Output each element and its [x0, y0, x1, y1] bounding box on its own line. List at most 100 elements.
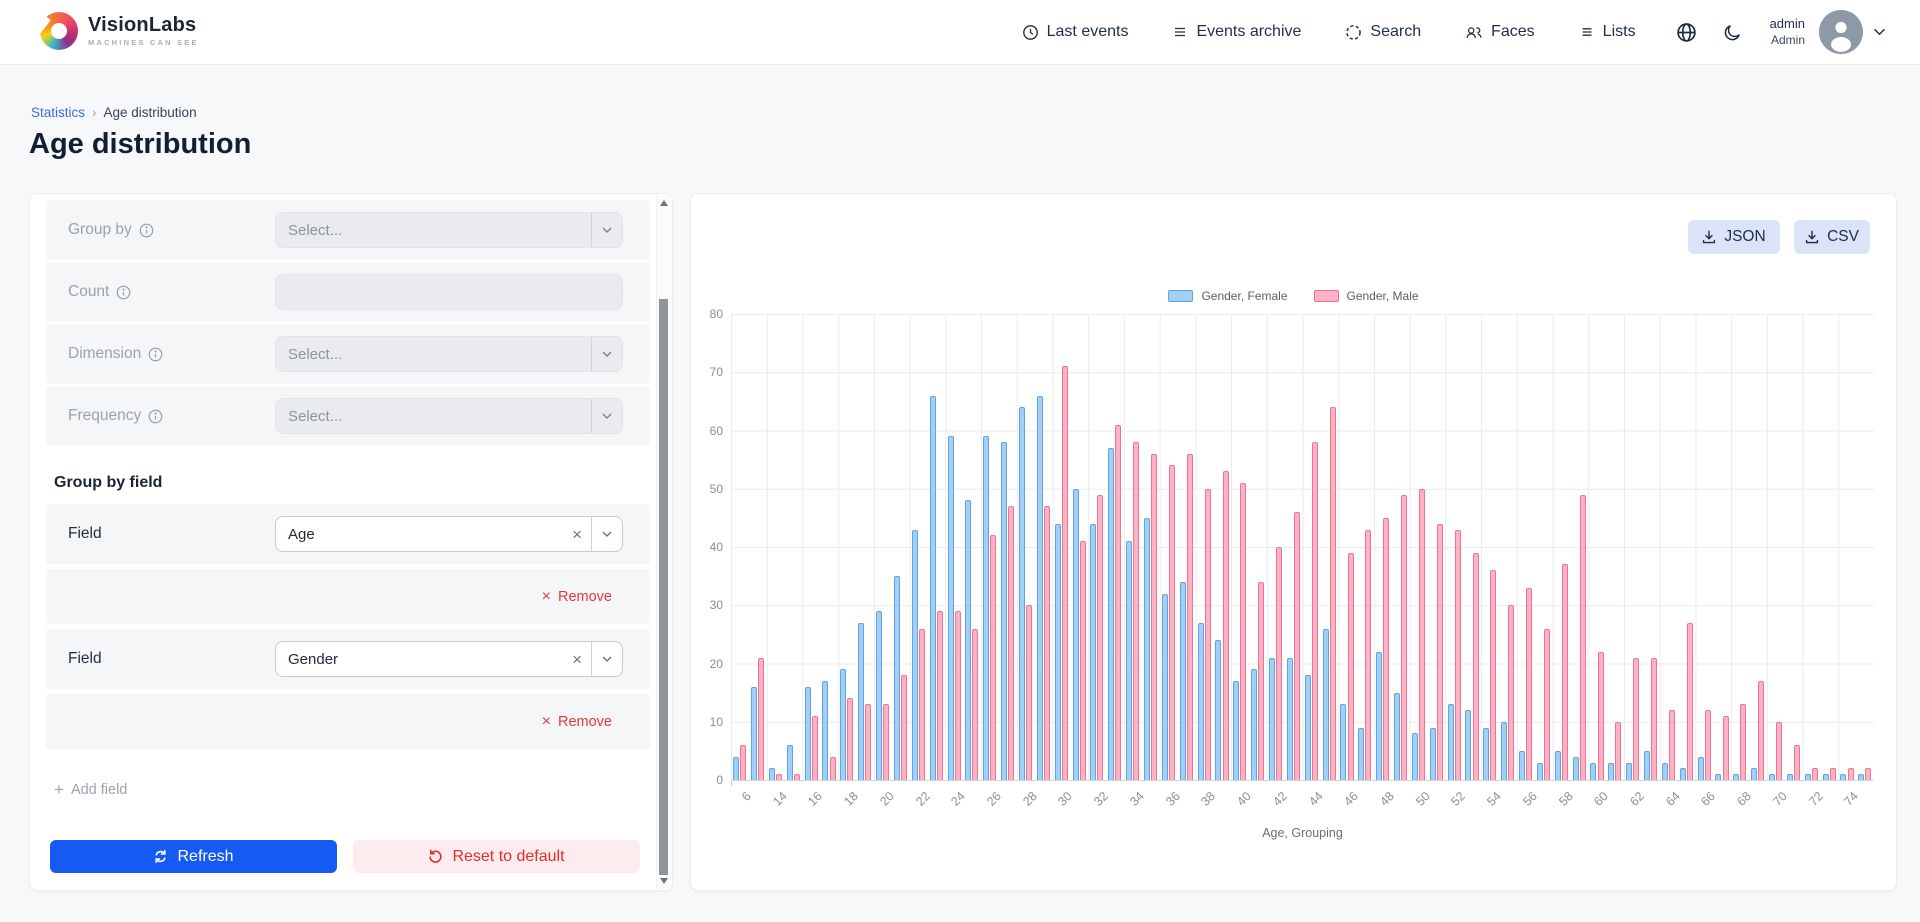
reset-to-default-button[interactable]: Reset to default: [353, 840, 640, 873]
bar-male-age-43: [1294, 512, 1300, 780]
x-axis-label-48: 48: [1377, 789, 1397, 809]
x-axis-label-70: 70: [1770, 789, 1790, 809]
bar-female-age-19: [858, 623, 864, 780]
menu-lines-icon: [1172, 24, 1188, 40]
bar-female-age-63: [1644, 751, 1650, 780]
filters-scrollbar[interactable]: [656, 195, 671, 889]
x-axis-title: Age, Grouping: [731, 826, 1874, 840]
info-icon[interactable]: [139, 223, 154, 238]
bar-male-age-71: [1794, 745, 1800, 780]
bar-male-age-19: [865, 704, 871, 780]
bar-female-age-57: [1537, 763, 1543, 780]
bar-female-age-23: [930, 396, 936, 780]
dimension-select: Select...: [275, 336, 623, 372]
field-select-age[interactable]: Age ×: [275, 516, 623, 552]
chevron-down-icon[interactable]: [591, 517, 622, 551]
bar-male-age-27: [1008, 506, 1014, 780]
page: VisionLabs MACHINES CAN SEE Last events …: [0, 0, 1920, 922]
bar-female-age-69: [1751, 768, 1757, 780]
bar-female-age-66: [1698, 757, 1704, 780]
breadcrumb-statistics-link[interactable]: Statistics: [31, 105, 85, 120]
nav-search[interactable]: Search: [1345, 23, 1421, 41]
scroll-down-arrow-icon[interactable]: [660, 878, 668, 884]
refresh-button[interactable]: Refresh: [50, 840, 337, 873]
clock-icon: [1022, 24, 1039, 41]
info-icon[interactable]: [148, 347, 163, 362]
info-icon[interactable]: [148, 409, 163, 424]
x-axis-label-68: 68: [1734, 789, 1754, 809]
bar-male-age-31: [1080, 541, 1086, 780]
brand-logo[interactable]: VisionLabs MACHINES CAN SEE: [40, 12, 199, 50]
scrollbar-thumb[interactable]: [659, 299, 668, 875]
bar-male-age-36: [1169, 465, 1175, 780]
y-axis-label-30: 30: [693, 598, 723, 612]
bar-male-age-73: [1830, 768, 1836, 780]
breadcrumb: Statistics › Age distribution: [31, 105, 197, 120]
chevron-down-icon[interactable]: [591, 642, 622, 676]
nav-last-events[interactable]: Last events: [1022, 23, 1129, 41]
y-axis-label-0: 0: [693, 773, 723, 787]
scroll-up-arrow-icon[interactable]: [660, 200, 668, 206]
bar-female-age-22: [912, 530, 918, 780]
remove-row-age: × Remove: [46, 569, 650, 624]
filter-row-group-by: Group by Select...: [46, 200, 650, 260]
x-axis-label-26: 26: [984, 789, 1004, 809]
chart-panel: JSON CSV Gender, FemaleGender, Male 0102…: [690, 193, 1897, 891]
field-select-gender[interactable]: Gender ×: [275, 641, 623, 677]
bar-chart-plot: [731, 314, 1874, 781]
bar-female-age-44: [1305, 675, 1311, 780]
field-row-gender: Field Gender ×: [46, 629, 650, 689]
x-axis-label-34: 34: [1127, 789, 1147, 809]
x-axis-label-64: 64: [1663, 789, 1683, 809]
clear-icon[interactable]: ×: [563, 651, 591, 668]
bar-male-age-75: [1865, 768, 1871, 780]
download-csv-button[interactable]: CSV: [1794, 220, 1870, 254]
chevron-down-icon: [591, 337, 622, 371]
bar-female-age-32: [1090, 524, 1096, 780]
bar-male-age-42: [1276, 547, 1282, 780]
filters-panel: Group by Select... Count Dimension: [29, 193, 673, 891]
bar-female-age-25: [965, 500, 971, 780]
bar-female-age-55: [1501, 722, 1507, 780]
y-axis-label-80: 80: [693, 307, 723, 321]
download-icon: [1805, 230, 1819, 244]
bar-male-age-28: [1026, 605, 1032, 780]
dark-mode-moon-icon[interactable]: [1723, 23, 1742, 42]
bar-female-age-16: [805, 687, 811, 780]
add-field-button[interactable]: + Add field: [54, 781, 127, 798]
remove-field-age-button[interactable]: × Remove: [542, 569, 612, 624]
avatar[interactable]: [1819, 10, 1863, 54]
bar-female-age-43: [1287, 658, 1293, 780]
bar-female-age-37: [1180, 582, 1186, 780]
bar-male-age-69: [1758, 681, 1764, 780]
bar-female-age-27: [1001, 442, 1007, 780]
legend-label: Gender, Male: [1347, 289, 1419, 303]
brand-name: VisionLabs: [88, 15, 199, 35]
legend-swatch-icon: [1168, 290, 1193, 302]
nav-faces[interactable]: Faces: [1465, 23, 1535, 41]
language-globe-icon[interactable]: [1676, 22, 1697, 43]
legend-item-male[interactable]: Gender, Male: [1314, 289, 1419, 303]
bar-male-age-33: [1115, 425, 1121, 780]
y-axis-label-20: 20: [693, 657, 723, 671]
legend-item-female[interactable]: Gender, Female: [1168, 289, 1287, 303]
x-axis-ticks: [731, 781, 1874, 786]
visionlabs-logo-icon: [40, 12, 78, 50]
remove-field-gender-button[interactable]: × Remove: [542, 694, 612, 749]
bar-female-age-60: [1590, 763, 1596, 780]
download-json-button[interactable]: JSON: [1688, 220, 1780, 254]
x-axis-label-6: 6: [739, 789, 754, 804]
nav-events-archive[interactable]: Events archive: [1172, 23, 1301, 41]
bar-female-age-36: [1162, 594, 1168, 780]
clear-icon[interactable]: ×: [563, 526, 591, 543]
x-axis-label-28: 28: [1020, 789, 1040, 809]
bar-male-age-49: [1401, 495, 1407, 780]
user-info[interactable]: admin Admin: [1770, 16, 1805, 48]
nav-lists[interactable]: Lists: [1579, 23, 1636, 41]
info-icon[interactable]: [116, 285, 131, 300]
bar-female-age-75: [1858, 774, 1864, 780]
group-by-select: Select...: [275, 212, 623, 248]
user-menu-chevron-down-icon[interactable]: [1873, 28, 1886, 36]
bar-male-age-68: [1740, 704, 1746, 780]
bar-male-age-21: [901, 675, 907, 780]
